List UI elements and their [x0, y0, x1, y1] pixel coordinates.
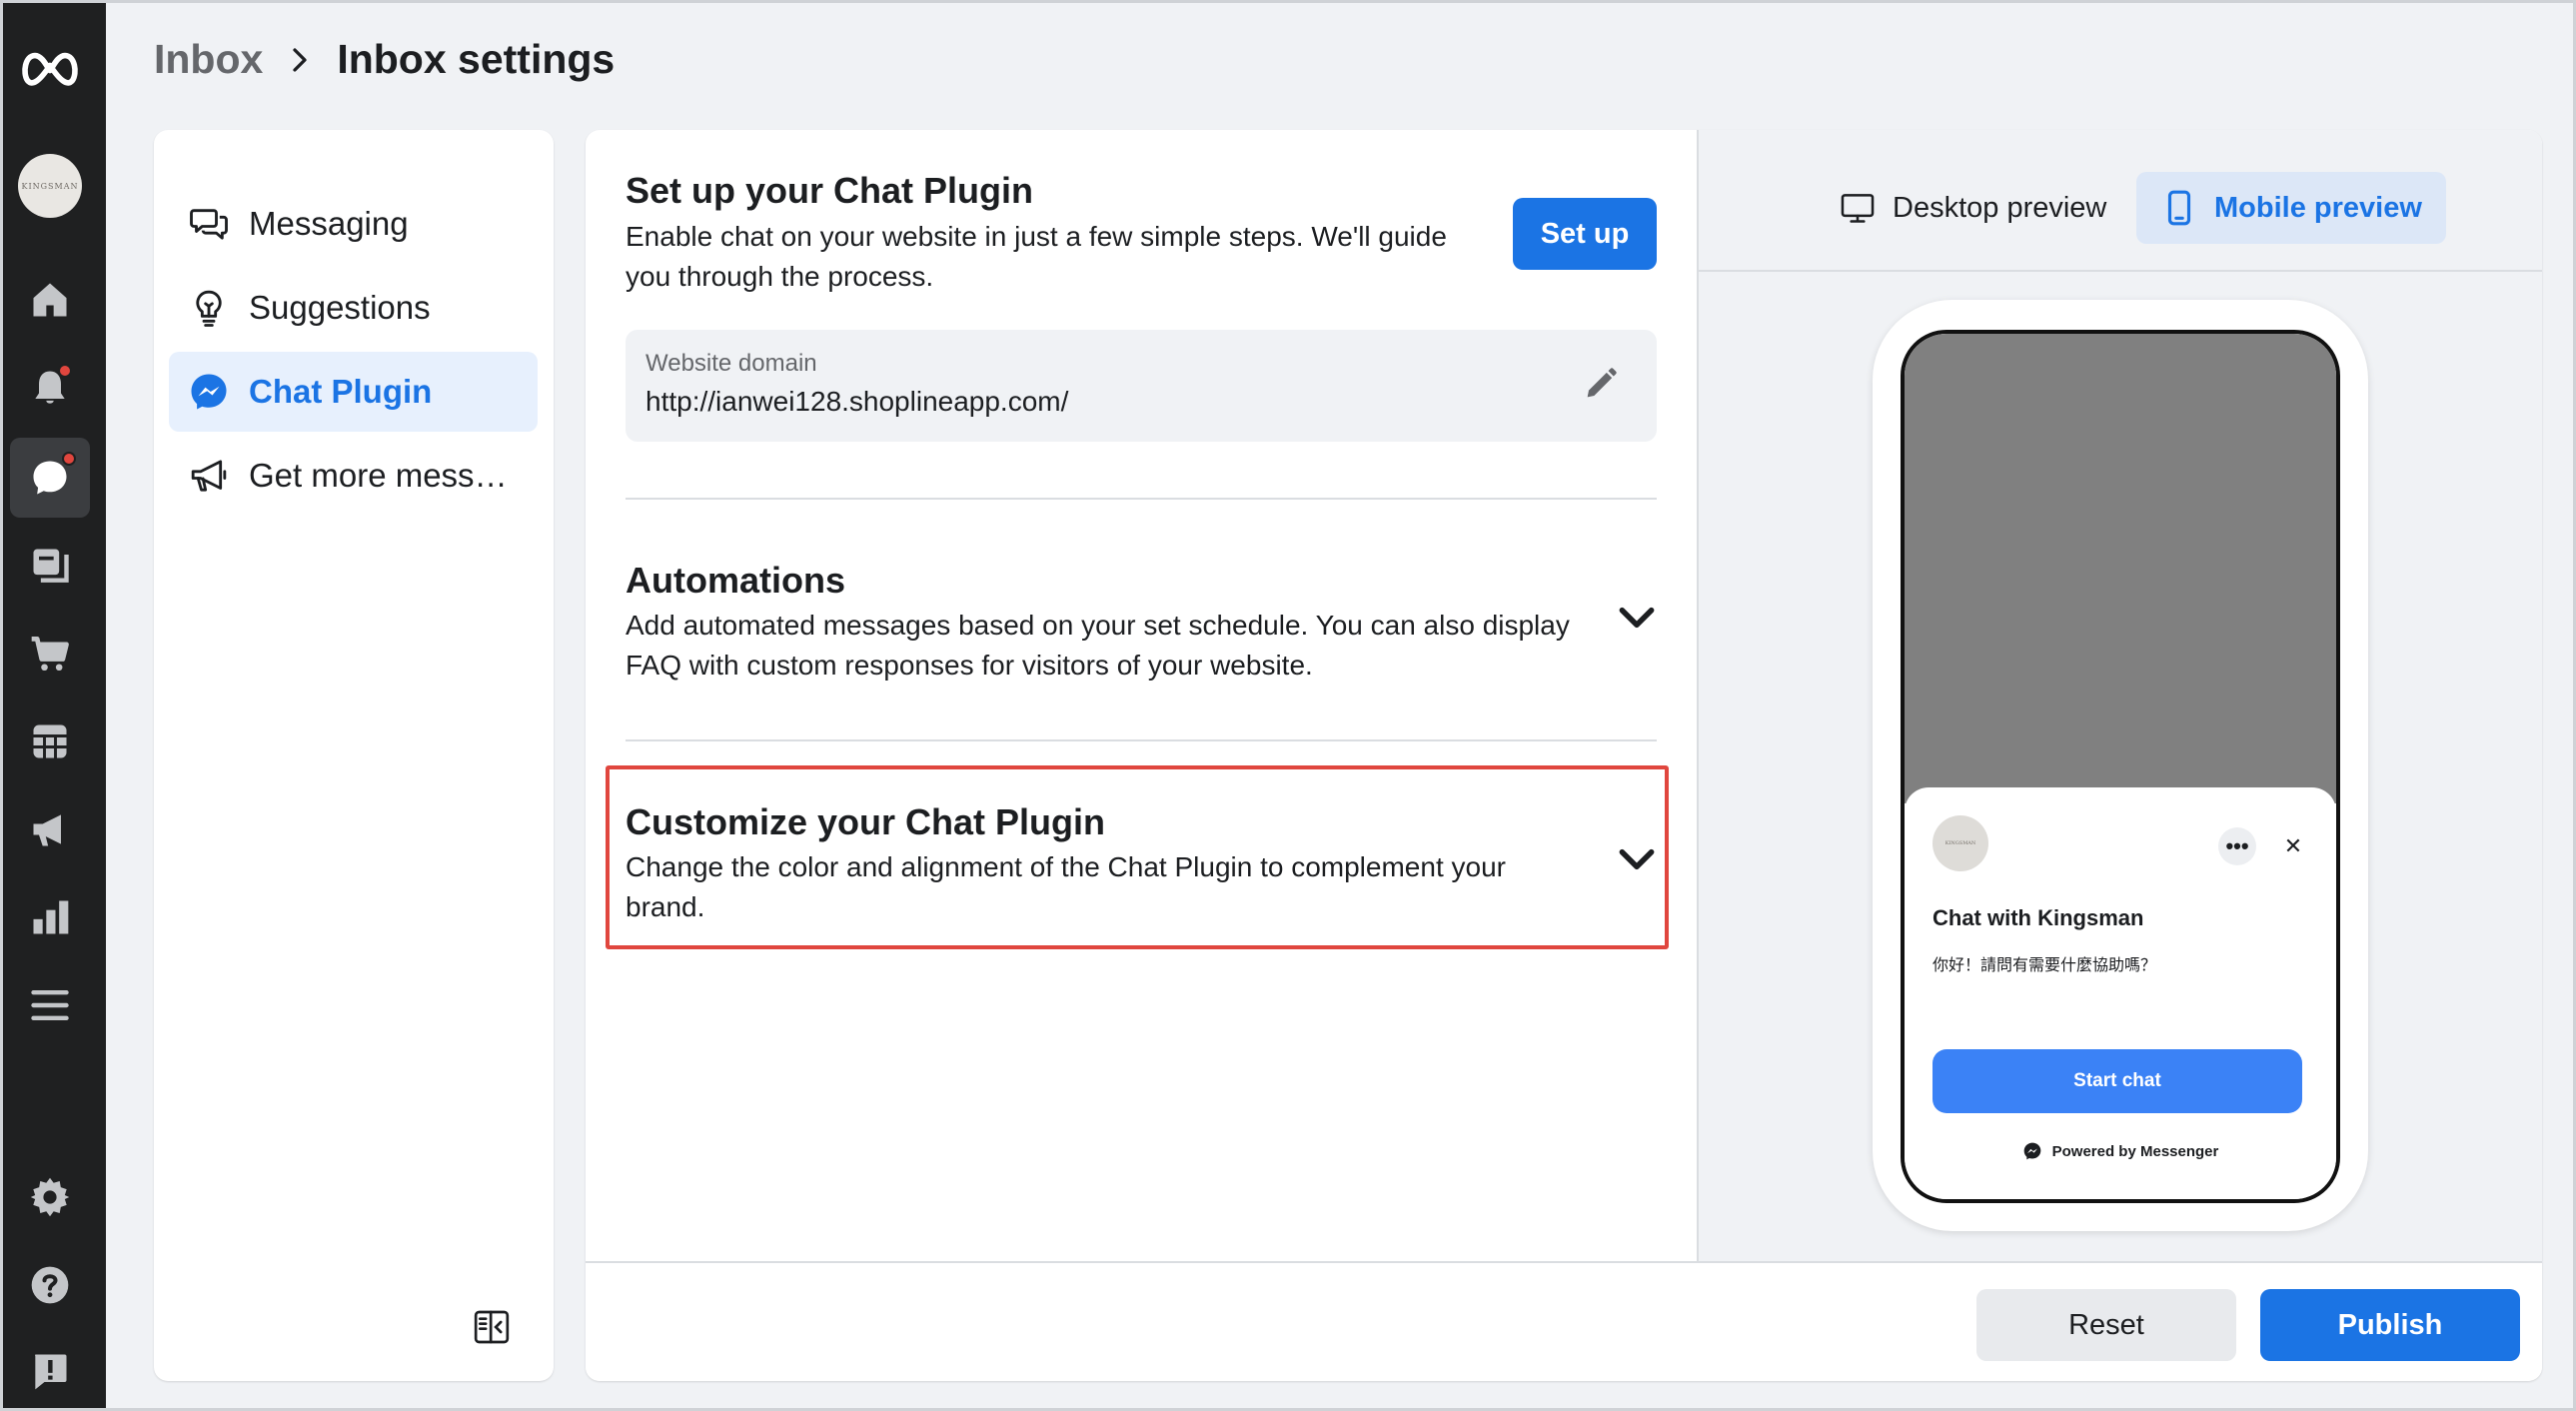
settings-menu: Messaging Suggestions Chat Plugin Get mo…	[154, 130, 554, 1381]
ads-icon[interactable]	[10, 789, 90, 869]
insights-icon[interactable]	[10, 877, 90, 957]
collapse-panel-icon[interactable]	[472, 1307, 512, 1347]
close-icon[interactable]: ✕	[2274, 827, 2312, 865]
megaphone-icon	[187, 454, 231, 498]
monitor-icon	[1841, 194, 1875, 223]
tab-label: Mobile preview	[2214, 191, 2422, 224]
page-title: Inbox settings	[337, 36, 616, 82]
chat-avatar-text: KINGSMAN	[1944, 840, 1976, 846]
phone-mockup: KINGSMAN ••• ✕ Chat with Kingsman 你好！請問有…	[1873, 300, 2368, 1231]
lightbulb-icon	[187, 286, 231, 330]
business-avatar[interactable]: KINGSMAN	[18, 154, 82, 218]
notification-dot	[58, 364, 72, 378]
chat-plugin-card: KINGSMAN ••• ✕ Chat with Kingsman 你好！請問有…	[1905, 787, 2336, 1199]
pencil-icon[interactable]	[1581, 364, 1621, 404]
tab-label: Desktop preview	[1893, 191, 2107, 224]
inbox-icon[interactable]	[10, 438, 90, 518]
section-divider	[626, 498, 1657, 500]
domain-label: Website domain	[645, 350, 817, 377]
footer-bar: Reset Publish	[586, 1261, 2542, 1381]
setup-title: Set up your Chat Plugin	[626, 170, 1034, 211]
powered-by: Powered by Messenger	[1905, 1141, 2336, 1161]
customize-title[interactable]: Customize your Chat Plugin	[626, 801, 1105, 843]
inbox-unread-dot	[62, 452, 76, 466]
chat-plugin-settings-card: Set up your Chat Plugin Enable chat on y…	[586, 130, 2542, 1381]
breadcrumb-inbox-link[interactable]: Inbox	[154, 36, 263, 83]
publish-button[interactable]: Publish	[2260, 1289, 2520, 1361]
menu-item-suggestions[interactable]: Suggestions	[169, 268, 538, 348]
avatar-text: KINGSMAN	[21, 181, 79, 191]
menu-item-messaging[interactable]: Messaging	[169, 184, 538, 264]
setup-description: Enable chat on your website in just a fe…	[626, 221, 1447, 292]
section-divider	[626, 739, 1657, 741]
meta-logo-icon[interactable]	[10, 28, 90, 108]
notifications-icon[interactable]	[10, 348, 90, 428]
preview-panel: Desktop preview Mobile preview KINGSMAN …	[1697, 130, 2542, 1261]
help-icon[interactable]	[10, 1245, 90, 1325]
menu-item-label: Chat Plugin	[249, 373, 433, 410]
breadcrumb: Inbox Inbox settings	[154, 36, 615, 83]
chevron-down-icon[interactable]	[1615, 837, 1659, 881]
ads-manager-icon[interactable]	[10, 702, 90, 781]
left-nav-rail: KINGSMAN	[0, 0, 106, 1411]
reset-button[interactable]: Reset	[1976, 1289, 2236, 1361]
chat-avatar: KINGSMAN	[1932, 815, 1988, 871]
menu-item-label: Messaging	[249, 205, 409, 242]
more-options-icon[interactable]: •••	[2218, 827, 2256, 865]
greeting-message: 你好！請問有需要什麼協助嗎？	[1932, 955, 2157, 974]
report-problem-icon[interactable]	[10, 1331, 90, 1411]
chat-bubbles-icon	[187, 202, 231, 246]
website-placeholder	[1905, 334, 2336, 803]
settings-column: Set up your Chat Plugin Enable chat on y…	[586, 130, 1697, 1261]
website-domain-field[interactable]: Website domain http://ianwei128.shopline…	[626, 330, 1657, 442]
domain-value: http://ianwei128.shoplineapp.com/	[645, 386, 1069, 417]
messenger-logo-icon	[2023, 1142, 2040, 1160]
settings-icon[interactable]	[10, 1157, 90, 1237]
menu-item-label: Get more messages	[249, 457, 509, 494]
messenger-icon	[187, 370, 231, 414]
smartphone-icon	[2167, 190, 2191, 226]
automations-description: Add automated messages based on your set…	[626, 610, 1570, 681]
powered-by-text: Powered by Messenger	[2051, 1142, 2219, 1160]
all-tools-icon[interactable]	[10, 965, 90, 1045]
customize-description: Change the color and alignment of the Ch…	[626, 851, 1506, 922]
chevron-down-icon[interactable]	[1615, 596, 1659, 640]
phone-screen: KINGSMAN ••• ✕ Chat with Kingsman 你好！請問有…	[1901, 330, 2340, 1203]
setup-button[interactable]: Set up	[1513, 198, 1657, 270]
menu-item-label: Suggestions	[249, 289, 431, 326]
tab-mobile-preview[interactable]: Mobile preview	[2136, 172, 2446, 244]
chat-title: Chat with Kingsman	[1932, 905, 2144, 930]
tab-desktop-preview[interactable]: Desktop preview	[1815, 172, 2130, 244]
automations-title: Automations	[626, 560, 845, 601]
preview-tabs-divider	[1699, 270, 2542, 272]
chevron-right-icon	[285, 45, 315, 75]
menu-item-chat-plugin[interactable]: Chat Plugin	[169, 352, 538, 432]
content-icon[interactable]	[10, 526, 90, 606]
home-icon[interactable]	[10, 260, 90, 340]
commerce-icon[interactable]	[10, 614, 90, 694]
start-chat-button[interactable]: Start chat	[1932, 1049, 2302, 1113]
menu-item-get-more-messages[interactable]: Get more messages	[169, 436, 538, 516]
